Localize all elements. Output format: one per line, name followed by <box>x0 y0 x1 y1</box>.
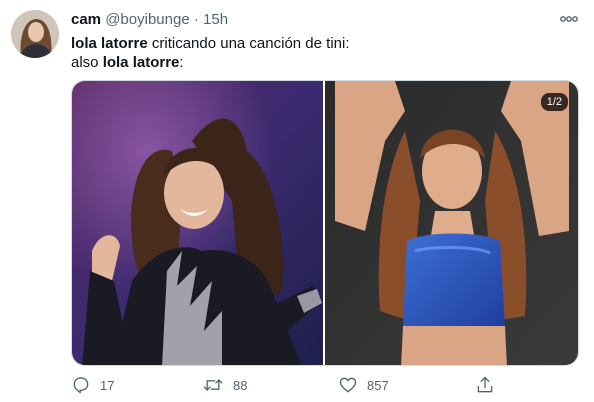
like-count: 857 <box>367 377 389 393</box>
photo-left[interactable] <box>72 81 325 365</box>
photo-right-image <box>325 81 578 365</box>
retweet-icon <box>203 379 223 391</box>
photo-left-image <box>72 81 323 365</box>
photo-right[interactable]: 1/2 <box>325 81 578 365</box>
more-options-button[interactable] <box>558 10 580 28</box>
tweet-text-line-1: lola latorre criticando una canción de t… <box>71 34 350 53</box>
reply-button[interactable]: 17 <box>71 374 114 396</box>
reply-count: 17 <box>100 377 115 393</box>
heart-icon <box>339 377 357 393</box>
author-name[interactable]: cam <box>71 11 101 28</box>
share-icon <box>477 376 493 393</box>
tweet-text-suffix: : <box>179 54 184 71</box>
action-bar: 17 88 857 <box>71 374 501 396</box>
mention-name: lola latorre <box>102 54 180 71</box>
like-button[interactable]: 857 <box>338 374 389 396</box>
tweet: cam @boyibunge · 15h lola latorre critic… <box>0 0 594 402</box>
tweet-text-line-2: also lola latorre: <box>71 53 350 72</box>
avatar-image <box>11 10 59 58</box>
mention-name: lola latorre <box>71 35 148 52</box>
tweet-text-rest: criticando una canción de tini: <box>147 35 350 52</box>
retweet-button[interactable]: 88 <box>202 374 247 396</box>
author-handle[interactable]: @boyibunge <box>105 11 189 28</box>
avatar[interactable] <box>11 10 59 58</box>
more-dots-icon <box>560 16 578 22</box>
separator-dot: · <box>193 11 199 28</box>
reply-icon <box>73 377 89 394</box>
tweet-header: cam @boyibunge · 15h <box>71 11 228 29</box>
tweet-text: lola latorre criticando una canción de t… <box>71 34 350 72</box>
tweet-text-prefix: also <box>71 54 103 71</box>
share-button[interactable] <box>475 374 495 396</box>
media-counter: 1/2 <box>540 93 568 111</box>
media-container: 1/2 <box>71 80 579 366</box>
timestamp[interactable]: 15h <box>203 11 228 28</box>
retweet-count: 88 <box>233 377 248 393</box>
